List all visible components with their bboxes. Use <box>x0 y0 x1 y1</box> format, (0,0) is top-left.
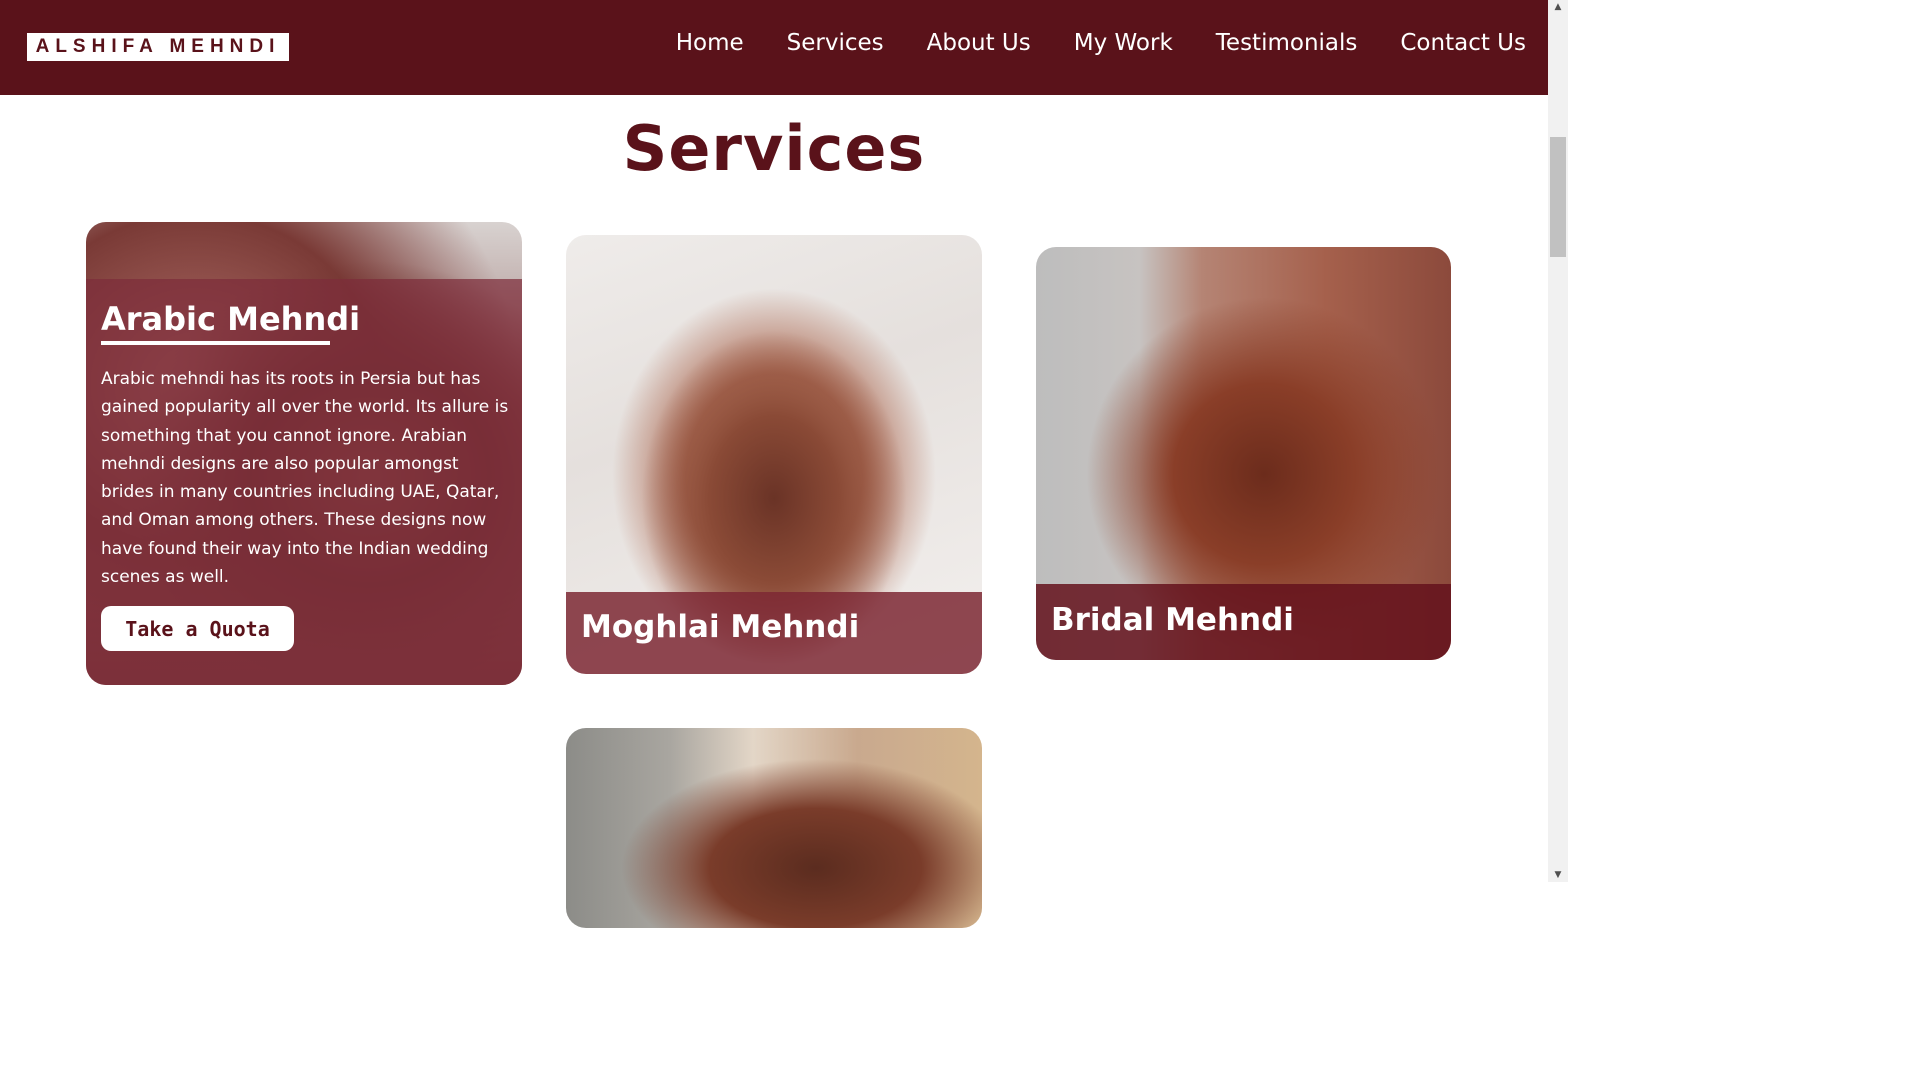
service-card-arabic[interactable]: Arabic Mehndi Arabic mehndi has its root… <box>86 222 522 685</box>
card-title: Moghlai Mehndi <box>581 609 860 645</box>
scroll-thumb[interactable] <box>1550 137 1566 257</box>
services-title: Services <box>622 112 926 185</box>
title-underline <box>101 341 330 345</box>
card-overlay: Arabic Mehndi Arabic mehndi has its root… <box>86 279 522 685</box>
scroll-up-arrow-icon[interactable]: ▲ <box>1548 0 1568 14</box>
nav-testimonials-link[interactable]: Testimonials <box>1216 30 1358 56</box>
nav-contact-link[interactable]: Contact Us <box>1400 30 1526 56</box>
nav-services-link[interactable]: Services <box>787 30 884 56</box>
card-overlay: Bridal Mehndi <box>1036 584 1451 660</box>
logo-text: ALSHIFA MEHNDI <box>35 36 281 57</box>
card-description: Arabic mehndi has its roots in Persia bu… <box>101 369 509 588</box>
logo[interactable]: ALSHIFA MEHNDI <box>27 33 289 61</box>
card-title: Bridal Mehndi <box>1051 602 1294 638</box>
take-a-quota-button[interactable]: Take a Quota <box>101 606 294 651</box>
nav-about-link[interactable]: About Us <box>927 30 1031 56</box>
service-card-fourth[interactable] <box>566 728 982 928</box>
scroll-down-arrow-icon[interactable]: ▼ <box>1548 868 1568 882</box>
service-card-bridal[interactable]: Bridal Mehndi <box>1036 247 1451 660</box>
nav-links: Home Services About Us My Work Testimoni… <box>633 30 1526 56</box>
nav-my-work-link[interactable]: My Work <box>1074 30 1173 56</box>
navbar: ALSHIFA MEHNDI Home Services About Us My… <box>0 0 1548 95</box>
service-card-moghlai[interactable]: Moghlai Mehndi <box>566 235 982 674</box>
page-scrollbar[interactable]: ▲ ▼ <box>1548 0 1568 882</box>
nav-home-link[interactable]: Home <box>676 30 744 56</box>
card-overlay: Moghlai Mehndi <box>566 592 982 674</box>
card-title: Arabic Mehndi <box>101 300 361 338</box>
service-image <box>566 728 982 928</box>
